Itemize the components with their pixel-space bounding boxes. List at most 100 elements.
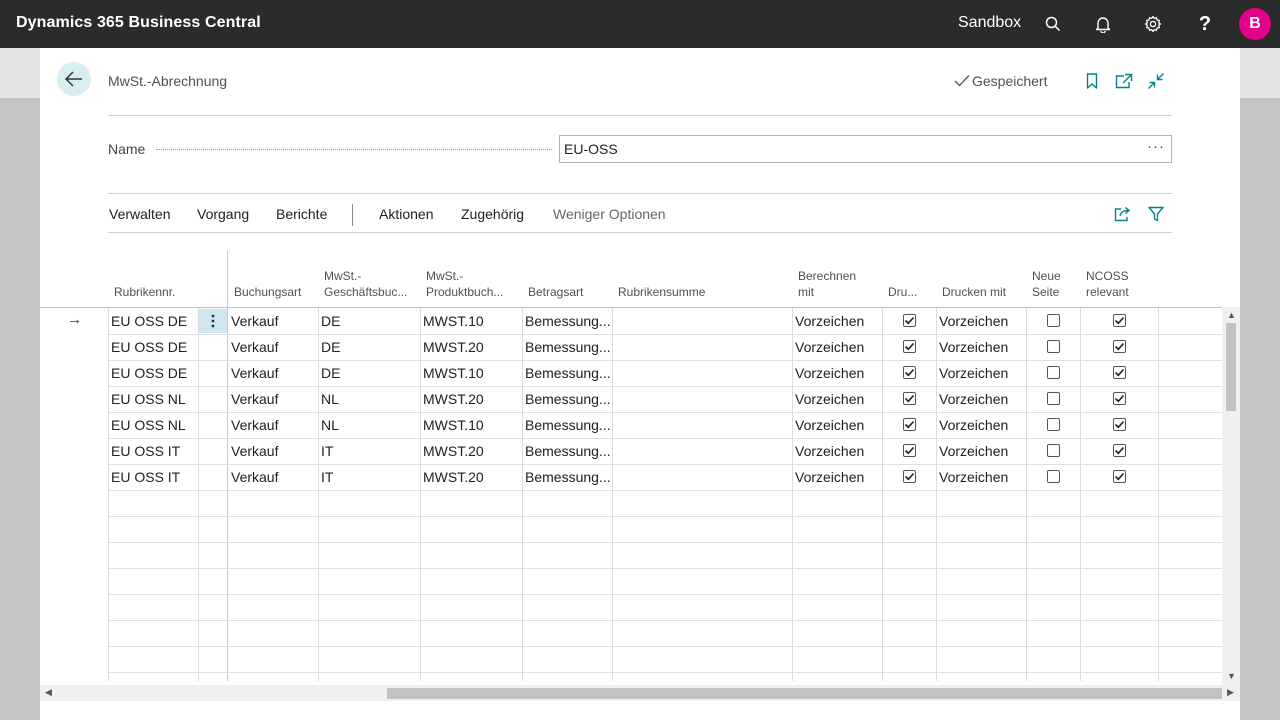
checkbox-drucken[interactable] [903,444,916,457]
menu-berichte[interactable]: Berichte [276,206,327,222]
cell-betragsart[interactable]: Bemessung... [525,339,611,355]
checkbox-neue-seite[interactable] [1047,418,1060,431]
filter-icon[interactable] [1145,203,1167,225]
checkbox-ncoss-relevant[interactable] [1113,418,1126,431]
checkbox-drucken[interactable] [903,314,916,327]
cell-drucken-mit[interactable]: Vorzeichen [939,391,1008,407]
cell-berechnen-mit[interactable]: Vorzeichen [795,391,864,407]
header-ncoss-relevant[interactable]: NCOSS relevant [1086,268,1129,300]
header-drucken-mit[interactable]: Drucken mit [942,284,1006,300]
cell-geschaeftsbuchungsgruppe[interactable]: IT [321,443,333,459]
header-betragsart[interactable]: Betragsart [528,284,583,300]
cell-rubrikennr[interactable]: EU OSS DE [111,365,187,381]
checkbox-ncoss-relevant[interactable] [1113,366,1126,379]
cell-drucken-mit[interactable]: Vorzeichen [939,339,1008,355]
header-rubrikennr[interactable]: Rubrikennr. [114,284,175,300]
cell-drucken-mit[interactable]: Vorzeichen [939,469,1008,485]
cell-rubrikennr[interactable]: EU OSS NL [111,391,186,407]
cell-rubrikennr[interactable]: EU OSS NL [111,417,186,433]
cell-buchungsart[interactable]: Verkauf [231,469,278,485]
row-actions-menu-icon[interactable] [199,309,227,333]
cell-geschaeftsbuchungsgruppe[interactable]: IT [321,469,333,485]
menu-aktionen[interactable]: Aktionen [379,206,433,222]
checkbox-neue-seite[interactable] [1047,392,1060,405]
scroll-left-arrow-icon[interactable]: ◀ [45,687,52,698]
cell-geschaeftsbuchungsgruppe[interactable]: DE [321,313,340,329]
cell-berechnen-mit[interactable]: Vorzeichen [795,469,864,485]
checkbox-neue-seite[interactable] [1047,470,1060,483]
menu-vorgang[interactable]: Vorgang [197,206,249,222]
environment-label[interactable]: Sandbox [958,14,1021,32]
collapse-icon[interactable] [1145,70,1167,92]
cell-produktbuchungsgruppe[interactable]: MWST.10 [423,313,484,329]
menu-weniger-optionen[interactable]: Weniger Optionen [553,206,666,222]
cell-drucken-mit[interactable]: Vorzeichen [939,313,1008,329]
checkbox-ncoss-relevant[interactable] [1113,314,1126,327]
cell-produktbuchungsgruppe[interactable]: MWST.10 [423,417,484,433]
header-drucken[interactable]: Dru... [888,284,917,300]
field-ellipsis-button[interactable]: ··· [1147,138,1165,155]
cell-drucken-mit[interactable]: Vorzeichen [939,443,1008,459]
back-button[interactable] [57,62,91,96]
cell-betragsart[interactable]: Bemessung... [525,365,611,381]
cell-buchungsart[interactable]: Verkauf [231,391,278,407]
checkbox-drucken[interactable] [903,366,916,379]
scroll-up-arrow-icon[interactable]: ▲ [1227,310,1236,320]
cell-produktbuchungsgruppe[interactable]: MWST.20 [423,391,484,407]
checkbox-neue-seite[interactable] [1047,444,1060,457]
cell-geschaeftsbuchungsgruppe[interactable]: NL [321,417,339,433]
cell-produktbuchungsgruppe[interactable]: MWST.20 [423,443,484,459]
cell-buchungsart[interactable]: Verkauf [231,417,278,433]
name-field[interactable]: EU-OSS ··· [559,135,1172,163]
cell-buchungsart[interactable]: Verkauf [231,313,278,329]
cell-drucken-mit[interactable]: Vorzeichen [939,417,1008,433]
horizontal-scroll-thumb[interactable] [387,688,1222,699]
header-buchungsart[interactable]: Buchungsart [234,284,301,300]
checkbox-ncoss-relevant[interactable] [1113,444,1126,457]
cell-berechnen-mit[interactable]: Vorzeichen [795,313,864,329]
vertical-scrollbar[interactable]: ▲ ▼ [1222,307,1240,685]
open-in-new-window-icon[interactable] [1113,70,1135,92]
header-geschaeftsbuchungsgruppe[interactable]: MwSt.- Geschäftsbuc... [324,268,407,300]
checkbox-neue-seite[interactable] [1047,340,1060,353]
cell-produktbuchungsgruppe[interactable]: MWST.20 [423,469,484,485]
cell-geschaeftsbuchungsgruppe[interactable]: DE [321,339,340,355]
cell-rubrikennr[interactable]: EU OSS DE [111,313,187,329]
checkbox-drucken[interactable] [903,470,916,483]
help-icon[interactable]: ? [1193,12,1217,36]
cell-buchungsart[interactable]: Verkauf [231,339,278,355]
checkbox-neue-seite[interactable] [1047,314,1060,327]
cell-berechnen-mit[interactable]: Vorzeichen [795,365,864,381]
header-produktbuchungsgruppe[interactable]: MwSt.- Produktbuch... [426,268,503,300]
cell-berechnen-mit[interactable]: Vorzeichen [795,339,864,355]
cell-produktbuchungsgruppe[interactable]: MWST.10 [423,365,484,381]
cell-geschaeftsbuchungsgruppe[interactable]: DE [321,365,340,381]
cell-drucken-mit[interactable]: Vorzeichen [939,365,1008,381]
header-neue-seite[interactable]: Neue Seite [1032,268,1061,300]
menu-verwalten[interactable]: Verwalten [109,206,170,222]
checkbox-ncoss-relevant[interactable] [1113,340,1126,353]
scroll-down-arrow-icon[interactable]: ▼ [1227,671,1236,681]
horizontal-scrollbar[interactable]: ◀ ▶ [40,685,1240,701]
cell-rubrikennr[interactable]: EU OSS IT [111,469,180,485]
scroll-right-arrow-icon[interactable]: ▶ [1227,687,1234,698]
cell-betragsart[interactable]: Bemessung... [525,469,611,485]
header-rubrikensumme[interactable]: Rubrikensumme [618,284,705,300]
cell-betragsart[interactable]: Bemessung... [525,391,611,407]
checkbox-ncoss-relevant[interactable] [1113,392,1126,405]
app-title[interactable]: Dynamics 365 Business Central [16,14,261,32]
cell-rubrikennr[interactable]: EU OSS DE [111,339,187,355]
gear-icon[interactable] [1141,12,1165,36]
cell-betragsart[interactable]: Bemessung... [525,313,611,329]
cell-betragsart[interactable]: Bemessung... [525,443,611,459]
share-icon[interactable] [1112,203,1134,225]
cell-geschaeftsbuchungsgruppe[interactable]: NL [321,391,339,407]
checkbox-drucken[interactable] [903,340,916,353]
cell-rubrikennr[interactable]: EU OSS IT [111,443,180,459]
cell-buchungsart[interactable]: Verkauf [231,365,278,381]
vertical-scroll-thumb[interactable] [1226,323,1236,411]
cell-produktbuchungsgruppe[interactable]: MWST.20 [423,339,484,355]
checkbox-neue-seite[interactable] [1047,366,1060,379]
cell-buchungsart[interactable]: Verkauf [231,443,278,459]
checkbox-drucken[interactable] [903,392,916,405]
